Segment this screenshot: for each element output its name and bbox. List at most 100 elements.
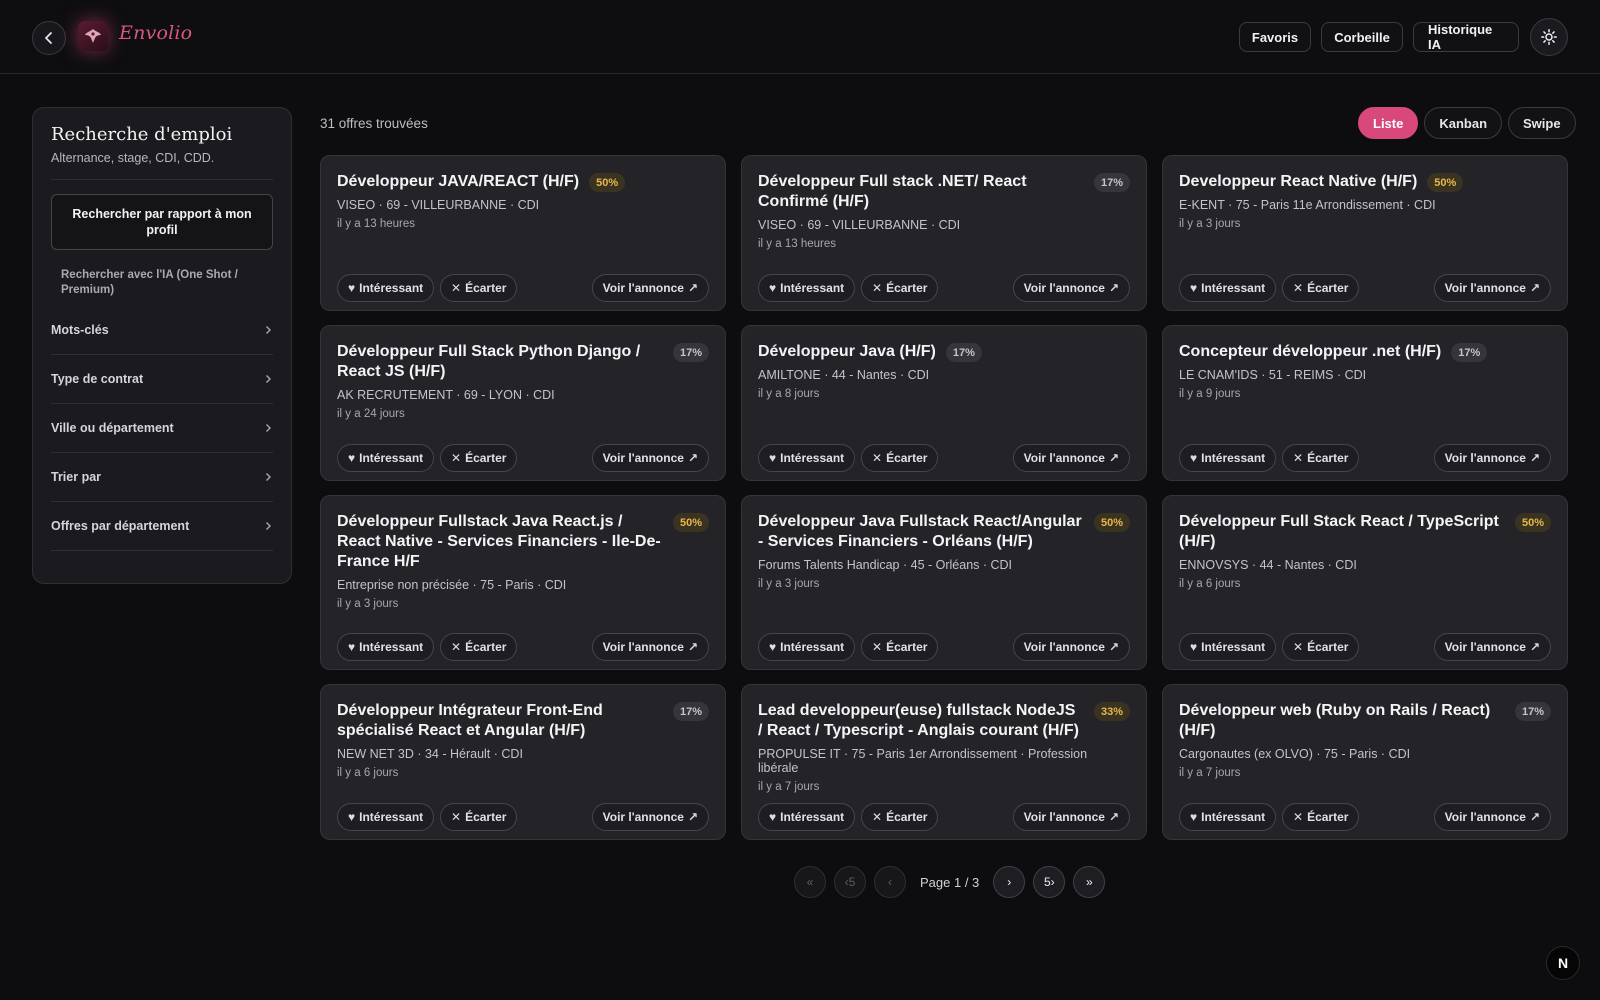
next-page-button[interactable]: ›	[993, 866, 1026, 898]
search-with-ai-link[interactable]: Rechercher avec l'IA (One Shot / Premium…	[51, 268, 273, 298]
view-offer-button[interactable]: Voir l'annonce ↗	[1012, 444, 1130, 472]
view-offer-button[interactable]: Voir l'annonce ↗	[1433, 274, 1551, 302]
interested-button[interactable]: ♥ Intéressant	[1179, 274, 1277, 302]
job-meta: Entreprise non précisée · 75 - Paris · C…	[337, 578, 567, 592]
job-posted-time: il y a 24 jours	[337, 408, 405, 420]
interested-button[interactable]: ♥ Intéressant	[758, 803, 856, 831]
interested-button[interactable]: ♥ Intéressant	[337, 444, 435, 472]
job-posted-time: il y a 3 jours	[758, 578, 820, 590]
interested-button[interactable]: ♥ Intéressant	[337, 274, 435, 302]
filter-contract-type[interactable]: Type de contrat	[51, 355, 273, 404]
filter-sections: Mots-clés Type de contrat Ville ou dépar…	[51, 306, 273, 551]
theme-toggle-button[interactable]	[1530, 18, 1568, 56]
discard-label: Écarter	[886, 451, 928, 465]
interested-button[interactable]: ♥ Intéressant	[1179, 444, 1277, 472]
job-meta: E-KENT · 75 - Paris 11e Arrondissement ·…	[1179, 198, 1436, 212]
previous-page-button[interactable]: ‹	[874, 866, 906, 898]
discard-button[interactable]: ✕ Écarter	[1282, 803, 1360, 831]
job-title[interactable]: Développeur Full Stack React / TypeScrip…	[1179, 512, 1505, 552]
discard-button[interactable]: ✕ Écarter	[861, 274, 939, 302]
close-icon: ✕	[1293, 281, 1304, 295]
view-offer-button[interactable]: Voir l'annonce ↗	[1433, 444, 1551, 472]
interested-button[interactable]: ♥ Intéressant	[758, 633, 856, 661]
discard-label: Écarter	[465, 281, 507, 295]
first-page-button[interactable]: «	[794, 866, 826, 898]
job-title[interactable]: Développeur Java Fullstack React/Angular…	[758, 512, 1084, 552]
dev-tools-badge[interactable]: N	[1546, 946, 1580, 980]
filter-sort-by[interactable]: Trier par	[51, 453, 273, 502]
discard-button[interactable]: ✕ Écarter	[861, 633, 939, 661]
view-offer-label: Voir l'annonce	[602, 451, 684, 465]
interested-button[interactable]: ♥ Intéressant	[758, 274, 856, 302]
job-card: Developpeur React Native (H/F) 50% E-KEN…	[1162, 155, 1568, 311]
interested-label: Intéressant	[780, 281, 845, 295]
chevron-right-icon	[266, 424, 271, 432]
view-offer-button[interactable]: Voir l'annonce ↗	[1433, 803, 1551, 831]
view-tab-kanban[interactable]: Kanban	[1424, 107, 1503, 139]
last-page-button[interactable]: »	[1073, 866, 1106, 898]
external-link-icon: ↗	[1108, 640, 1119, 654]
favorites-button[interactable]: Favoris	[1239, 22, 1311, 52]
view-tab-list[interactable]: Liste	[1358, 107, 1419, 139]
job-title[interactable]: Lead developpeur(euse) fullstack NodeJS …	[758, 701, 1084, 741]
interested-button[interactable]: ♥ Intéressant	[337, 633, 435, 661]
job-title[interactable]: Developpeur React Native (H/F)	[1179, 172, 1417, 192]
heart-icon: ♥	[348, 451, 356, 465]
discard-button[interactable]: ✕ Écarter	[440, 633, 518, 661]
discard-button[interactable]: ✕ Écarter	[1282, 444, 1360, 472]
discard-button[interactable]: ✕ Écarter	[1282, 274, 1360, 302]
interested-button[interactable]: ♥ Intéressant	[1179, 633, 1277, 661]
chevron-right-icon	[266, 375, 271, 383]
view-offer-button[interactable]: Voir l'annonce ↗	[591, 803, 709, 831]
job-meta: LE CNAM'IDS · 51 - REIMS · CDI	[1179, 368, 1367, 382]
job-title[interactable]: Concepteur développeur .net (H/F)	[1179, 342, 1441, 362]
discard-label: Écarter	[1307, 810, 1349, 824]
forward-5-pages-button[interactable]: 5›	[1033, 866, 1066, 898]
discard-button[interactable]: ✕ Écarter	[861, 444, 939, 472]
heart-icon: ♥	[769, 281, 777, 295]
view-offer-button[interactable]: Voir l'annonce ↗	[1012, 633, 1130, 661]
interested-button[interactable]: ♥ Intéressant	[758, 444, 856, 472]
job-meta: PROPULSE IT · 75 - Paris 1er Arrondissem…	[758, 747, 1088, 775]
search-by-profile-button[interactable]: Rechercher par rapport à mon profil	[51, 194, 273, 250]
view-offer-button[interactable]: Voir l'annonce ↗	[1433, 633, 1551, 661]
back-button[interactable]	[32, 21, 66, 55]
search-sidebar: Recherche d'emploi Alternance, stage, CD…	[32, 107, 292, 584]
job-title[interactable]: Développeur Java (H/F)	[758, 342, 936, 362]
brand-logo[interactable]	[78, 21, 108, 51]
back-5-pages-button[interactable]: ‹5	[834, 866, 866, 898]
discard-button[interactable]: ✕ Écarter	[440, 444, 518, 472]
interested-button[interactable]: ♥ Intéressant	[337, 803, 435, 831]
job-title[interactable]: Développeur Full Stack Python Django / R…	[337, 342, 663, 382]
brand-name[interactable]: Envolio	[119, 22, 192, 44]
job-meta: Forums Talents Handicap · 45 - Orléans ·…	[758, 558, 1013, 572]
view-tab-swipe[interactable]: Swipe	[1508, 107, 1576, 139]
interested-label: Intéressant	[780, 810, 845, 824]
job-posted-time: il y a 13 heures	[337, 218, 415, 230]
filter-offers-by-department[interactable]: Offres par département	[51, 502, 273, 551]
view-offer-label: Voir l'annonce	[1023, 810, 1105, 824]
view-offer-button[interactable]: Voir l'annonce ↗	[1012, 274, 1130, 302]
job-title[interactable]: Développeur JAVA/REACT (H/F)	[337, 172, 579, 192]
trash-button[interactable]: Corbeille	[1321, 22, 1403, 52]
discard-button[interactable]: ✕ Écarter	[440, 274, 518, 302]
discard-button[interactable]: ✕ Écarter	[440, 803, 518, 831]
view-offer-button[interactable]: Voir l'annonce ↗	[1012, 803, 1130, 831]
ai-history-button[interactable]: Historique IA	[1413, 22, 1519, 52]
filter-label: Trier par	[51, 470, 102, 484]
view-offer-button[interactable]: Voir l'annonce ↗	[591, 274, 709, 302]
filter-keywords[interactable]: Mots-clés	[51, 306, 273, 355]
interested-button[interactable]: ♥ Intéressant	[1179, 803, 1277, 831]
job-card: Développeur web (Ruby on Rails / React) …	[1162, 684, 1568, 840]
discard-button[interactable]: ✕ Écarter	[861, 803, 939, 831]
job-title[interactable]: Développeur Full stack .NET/ React Confi…	[758, 172, 1084, 212]
discard-button[interactable]: ✕ Écarter	[1282, 633, 1360, 661]
view-offer-button[interactable]: Voir l'annonce ↗	[591, 633, 709, 661]
filter-location[interactable]: Ville ou département	[51, 404, 273, 453]
job-title[interactable]: Développeur Fullstack Java React.js / Re…	[337, 512, 663, 572]
close-icon: ✕	[1293, 810, 1304, 824]
job-title[interactable]: Développeur Intégrateur Front-End spécia…	[337, 701, 663, 741]
job-title[interactable]: Développeur web (Ruby on Rails / React) …	[1179, 701, 1505, 741]
discard-label: Écarter	[1307, 281, 1349, 295]
view-offer-button[interactable]: Voir l'annonce ↗	[591, 444, 709, 472]
